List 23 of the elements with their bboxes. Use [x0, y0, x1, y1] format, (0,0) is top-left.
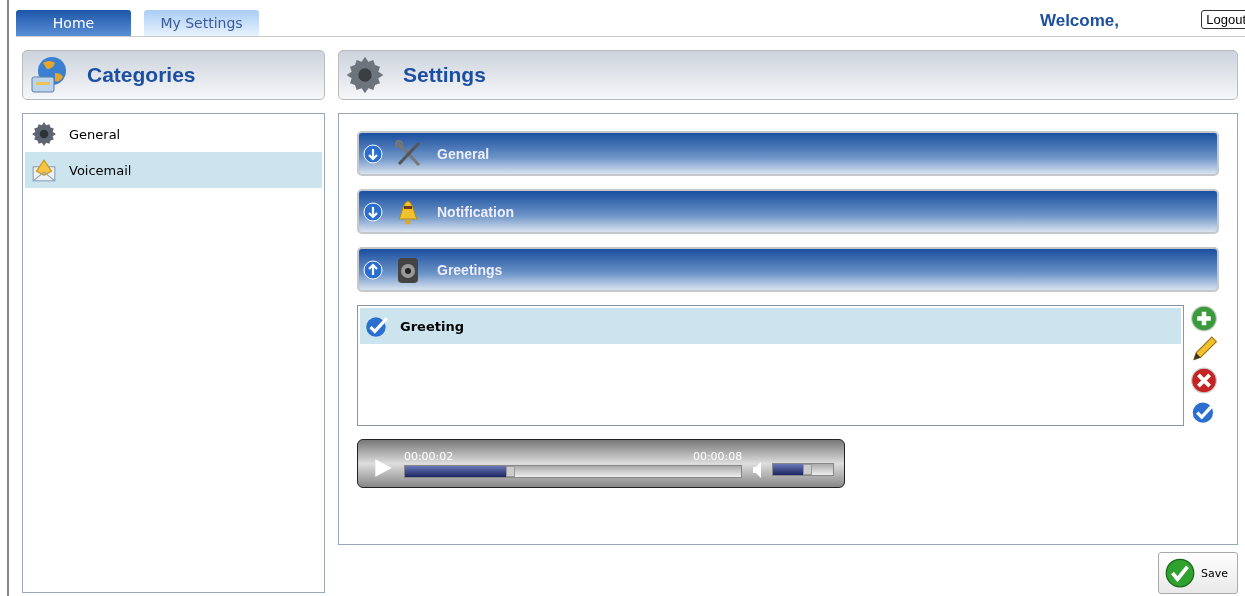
welcome-text: Welcome,	[1039, 11, 1119, 31]
category-item[interactable]: General	[25, 116, 322, 152]
volume-icon	[752, 459, 763, 480]
save-button[interactable]: Save	[1158, 552, 1238, 594]
gear-icon	[31, 121, 57, 147]
categories-title: Categories	[87, 63, 196, 87]
category-item[interactable]: Voicemail	[25, 152, 322, 188]
gear-icon	[345, 55, 385, 95]
globe-icon	[29, 55, 69, 95]
tools-icon	[393, 138, 423, 169]
tab[interactable]: My Settings	[144, 10, 259, 36]
pencil-icon[interactable]	[1190, 336, 1218, 363]
settings-title: Settings	[403, 63, 486, 87]
total-time: 00:00:08	[692, 449, 743, 463]
tab[interactable]: Home	[16, 10, 131, 36]
greeting-item[interactable]: Greeting	[360, 308, 1181, 344]
delete-icon[interactable]	[1190, 367, 1218, 394]
elapsed-time: 00:00:02	[403, 449, 454, 463]
progress-slider[interactable]	[403, 464, 743, 478]
envelope-icon	[31, 157, 57, 183]
volume-slider[interactable]	[772, 463, 834, 476]
checkmark-icon	[1165, 558, 1195, 588]
add-icon[interactable]	[1190, 305, 1218, 332]
